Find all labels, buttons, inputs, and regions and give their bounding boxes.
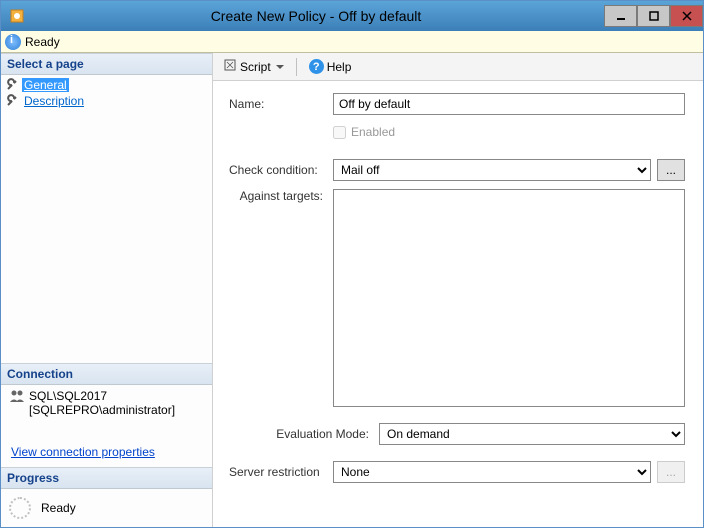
- server-restriction-browse-button: ...: [657, 461, 685, 483]
- toolbar: Script ? Help: [213, 53, 703, 81]
- view-connection-link[interactable]: View connection properties: [11, 445, 202, 459]
- server-restriction-label: Server restriction: [219, 465, 333, 479]
- help-icon: ?: [309, 59, 324, 74]
- enabled-checkbox: [333, 126, 346, 139]
- info-icon: [5, 34, 21, 50]
- name-input[interactable]: [333, 93, 685, 115]
- sidebar-item-label: Description: [22, 94, 86, 108]
- sidebar-item-label: General: [22, 78, 69, 92]
- select-page-header: Select a page: [1, 53, 212, 75]
- maximize-button[interactable]: [637, 5, 670, 27]
- title-bar: Create New Policy - Off by default: [1, 1, 703, 31]
- server-restriction-select[interactable]: None: [333, 461, 651, 483]
- wrench-icon: [5, 78, 19, 92]
- toolbar-separator: [296, 58, 297, 76]
- chevron-down-icon: [276, 65, 284, 69]
- enabled-label: Enabled: [351, 125, 395, 139]
- check-condition-select[interactable]: Mail off: [333, 159, 651, 181]
- progress-header: Progress: [1, 467, 212, 489]
- evaluation-mode-select[interactable]: On demand: [379, 423, 685, 445]
- against-targets-label: Against targets:: [219, 189, 333, 203]
- script-icon: [223, 58, 237, 75]
- help-button[interactable]: ? Help: [305, 57, 356, 76]
- close-button[interactable]: [670, 5, 703, 27]
- check-condition-label: Check condition:: [219, 163, 333, 177]
- script-label: Script: [240, 60, 271, 74]
- connection-header: Connection: [1, 363, 212, 385]
- connection-user: [SQLREPRO\administrator]: [29, 403, 175, 417]
- help-label: Help: [327, 60, 352, 74]
- progress-text: Ready: [41, 501, 76, 515]
- check-condition-browse-button[interactable]: ...: [657, 159, 685, 181]
- evaluation-mode-label: Evaluation Mode:: [219, 427, 379, 441]
- status-bar: Ready: [1, 31, 703, 53]
- sidebar-item-general[interactable]: General: [1, 77, 212, 93]
- app-icon: [6, 5, 28, 27]
- name-label: Name:: [219, 97, 333, 111]
- wrench-icon: [5, 94, 19, 108]
- main-panel: Script ? Help Name: Enab: [213, 53, 703, 527]
- status-text: Ready: [25, 35, 60, 49]
- sidebar: Select a page General Description Connec…: [1, 53, 213, 527]
- minimize-button[interactable]: [604, 5, 637, 27]
- against-targets-box[interactable]: [333, 189, 685, 407]
- script-button[interactable]: Script: [219, 56, 288, 77]
- window-title: Create New Policy - Off by default: [28, 8, 604, 24]
- sidebar-item-description[interactable]: Description: [1, 93, 212, 109]
- spinner-icon: [9, 497, 31, 519]
- connection-server: SQL\SQL2017: [29, 389, 175, 403]
- dialog-window: Create New Policy - Off by default Ready…: [0, 0, 704, 528]
- form-area: Name: Enabled Check condition: Mail off: [213, 81, 703, 527]
- people-icon: [9, 389, 25, 403]
